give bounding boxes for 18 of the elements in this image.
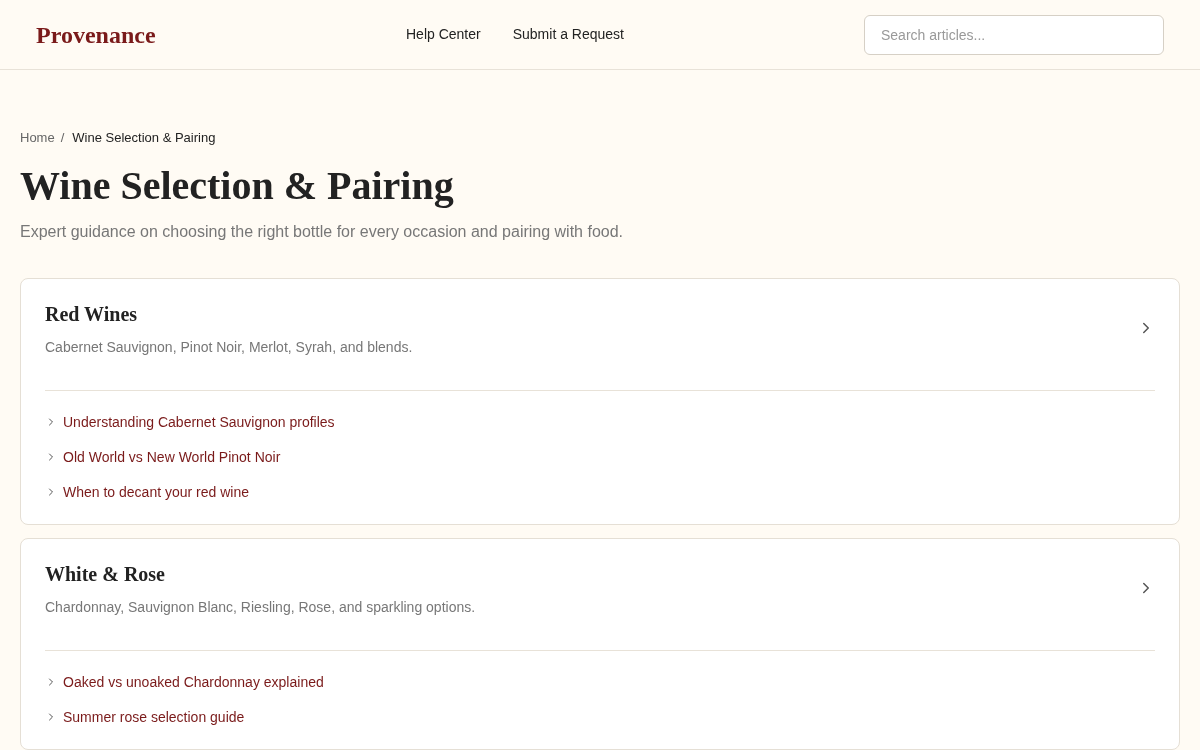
logo[interactable]: Provenance [36, 16, 406, 53]
article-link[interactable]: When to decant your red wine [63, 481, 249, 503]
search-field[interactable]: Search articles... [864, 14, 1164, 55]
nav-link[interactable]: Submit a Request [512, 24, 624, 45]
nav-link[interactable]: Help Center [406, 24, 481, 45]
breadcrumb-link[interactable]: Home [20, 128, 55, 148]
article-link[interactable]: Summer rose selection guide [63, 706, 245, 728]
category-description: Cabernet Sauvignon, Pinot Noir, Merlot, Syrah, and blends. [45, 337, 414, 357]
page-subtitle: Expert guidance on choosing the right bottle for every occasion and pairing with food. [20, 221, 625, 242]
category-title[interactable]: Red Wines [45, 298, 1137, 329]
article-link[interactable]: Understanding Cabernet Sauvignon profiles [63, 411, 335, 433]
breadcrumb-separator: / [60, 129, 65, 147]
category-description: Chardonnay, Sauvignon Blanc, Riesling, Rose, and sparkling options. [45, 597, 477, 617]
category-title[interactable]: White & Rose [45, 558, 1137, 589]
page-title: Wine Selection & Pairing [20, 161, 455, 210]
breadcrumb-current: Wine Selection & Pairing [72, 129, 216, 147]
article-link[interactable]: Oaked vs unoaked Chardonnay explained [63, 671, 324, 693]
article-link[interactable]: Old World vs New World Pinot Noir [63, 446, 281, 468]
